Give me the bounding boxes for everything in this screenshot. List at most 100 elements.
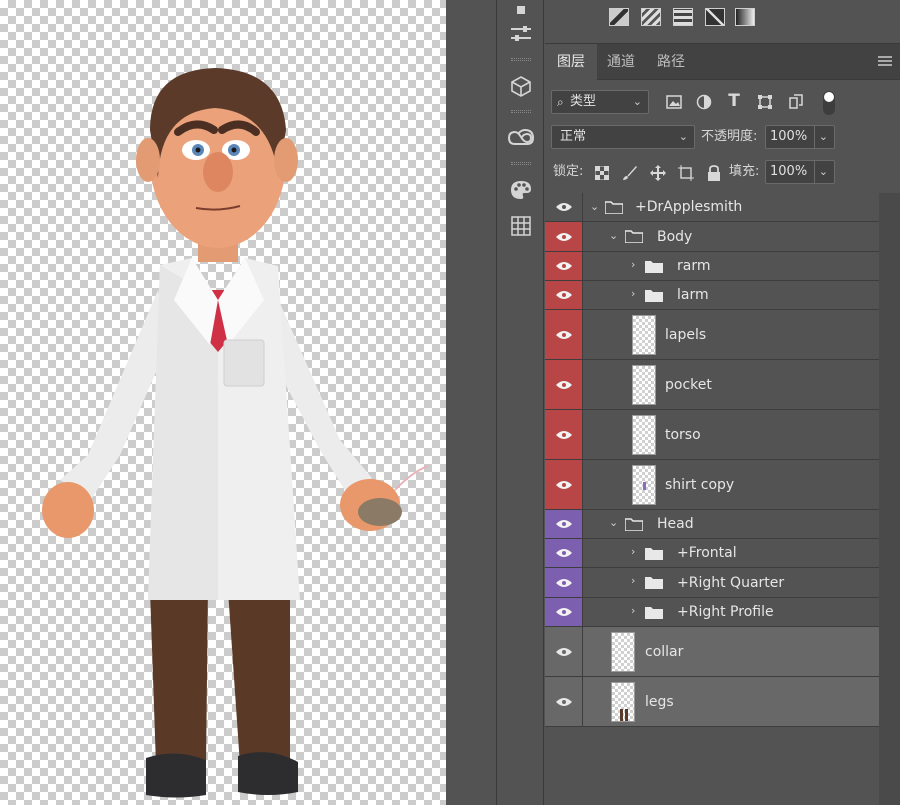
panel-grip[interactable]: [511, 162, 531, 165]
style-swatch[interactable]: [609, 8, 629, 26]
layer-row[interactable]: legs: [545, 677, 879, 727]
swatches-palette-icon[interactable]: [505, 174, 537, 206]
layer-name: +Right Quarter: [677, 575, 785, 591]
layer-row[interactable]: shirt copy: [545, 460, 879, 510]
panel-grip[interactable]: [511, 110, 531, 113]
layer-row[interactable]: ⌄ +DrApplesmith: [545, 193, 879, 222]
layer-name: Head: [657, 516, 694, 532]
style-swatch[interactable]: [641, 8, 661, 26]
panel-menu-icon[interactable]: [878, 56, 892, 66]
visibility-eye-icon[interactable]: [545, 222, 583, 251]
visibility-eye-icon[interactable]: [545, 510, 583, 538]
chevron-right-icon[interactable]: ›: [631, 258, 635, 271]
layer-row[interactable]: collar: [545, 627, 879, 677]
visibility-eye-icon[interactable]: [545, 460, 583, 509]
image-filter-icon[interactable]: [665, 93, 683, 111]
panel-tabs: 图层 通道 路径: [545, 44, 900, 80]
layer-thumbnail: [632, 415, 656, 455]
visibility-eye-icon[interactable]: [545, 252, 583, 280]
layer-row[interactable]: ⌄ Head: [545, 510, 879, 539]
layer-name: +Frontal: [677, 545, 737, 561]
filter-kind-select[interactable]: ⌕ 类型 ⌄: [551, 90, 649, 114]
layer-row[interactable]: torso: [545, 410, 879, 460]
layer-filter-row: ⌕ 类型 ⌄ T: [545, 88, 900, 118]
panel-tool-strip: [496, 0, 544, 805]
layer-row[interactable]: › +Right Profile: [545, 598, 879, 627]
visibility-eye-icon[interactable]: [545, 310, 583, 359]
adjustments-sliders-icon[interactable]: [505, 18, 537, 50]
tab-layers[interactable]: 图层: [545, 44, 597, 80]
chevron-down-icon[interactable]: ⌄: [609, 229, 618, 242]
search-icon: ⌕: [557, 95, 564, 109]
style-swatch[interactable]: [705, 8, 725, 26]
tab-paths[interactable]: 路径: [645, 44, 697, 80]
visibility-eye-icon[interactable]: [545, 627, 583, 676]
layer-row[interactable]: pocket: [545, 360, 879, 410]
style-swatch-bar: [545, 0, 900, 44]
chevron-right-icon[interactable]: ›: [631, 574, 635, 587]
visibility-eye-icon[interactable]: [545, 281, 583, 309]
chevron-right-icon[interactable]: ›: [631, 604, 635, 617]
layers-scrollbar[interactable]: [879, 193, 900, 805]
chevron-right-icon[interactable]: ›: [631, 287, 635, 300]
lock-pixels-brush-icon[interactable]: [621, 164, 639, 182]
panel-grip[interactable]: [511, 58, 531, 61]
chevron-down-icon[interactable]: ⌄: [590, 200, 599, 213]
grid-libraries-icon[interactable]: [505, 210, 537, 242]
folder-icon: [605, 201, 623, 214]
document-canvas[interactable]: [0, 0, 446, 805]
chevron-down-icon: ⌄: [813, 126, 828, 148]
layer-name: +Right Profile: [677, 604, 774, 620]
visibility-eye-icon[interactable]: [545, 193, 583, 221]
style-swatch[interactable]: [673, 8, 693, 26]
chevron-down-icon: ⌄: [678, 130, 688, 143]
tab-channels[interactable]: 通道: [595, 44, 647, 80]
layer-name: rarm: [677, 258, 711, 274]
lock-position-move-icon[interactable]: [649, 164, 667, 182]
layer-row[interactable]: ⌄ Body: [545, 222, 879, 252]
smart-object-filter-icon[interactable]: [787, 93, 805, 111]
visibility-eye-icon[interactable]: [545, 677, 583, 726]
layers-empty-area: [545, 728, 879, 805]
layer-row[interactable]: › larm: [545, 281, 879, 310]
creative-cloud-icon[interactable]: [505, 122, 537, 154]
lock-all-padlock-icon[interactable]: [705, 164, 723, 182]
layer-name: +DrApplesmith: [635, 199, 743, 215]
layer-row[interactable]: › +Frontal: [545, 539, 879, 568]
filter-toggle[interactable]: [823, 91, 835, 115]
lock-transparency-icon[interactable]: [593, 164, 611, 182]
chevron-down-icon[interactable]: ⌄: [609, 516, 618, 529]
chevron-down-icon: ⌄: [632, 95, 642, 108]
adjustment-filter-icon[interactable]: [695, 93, 713, 111]
chevron-down-icon: ⌄: [813, 161, 828, 183]
layer-name: legs: [645, 694, 674, 710]
blend-mode-select[interactable]: 正常 ⌄: [551, 125, 695, 149]
layer-name: torso: [665, 427, 701, 443]
lock-row: 锁定: 填充: 100% ⌄: [545, 159, 900, 187]
style-swatch[interactable]: [735, 8, 755, 26]
visibility-eye-icon[interactable]: [545, 360, 583, 409]
shape-filter-icon[interactable]: [756, 93, 774, 111]
opacity-label: 不透明度:: [701, 129, 758, 144]
chevron-right-icon[interactable]: ›: [631, 545, 635, 558]
fill-field[interactable]: 100% ⌄: [765, 160, 835, 184]
folder-icon: [645, 261, 663, 273]
canvas-margin: [446, 0, 496, 805]
layer-row[interactable]: › rarm: [545, 252, 879, 281]
visibility-eye-icon[interactable]: [545, 410, 583, 459]
layer-name: shirt copy: [665, 477, 735, 493]
visibility-eye-icon[interactable]: [545, 598, 583, 626]
layer-name: pocket: [665, 377, 712, 393]
layer-thumbnail: [632, 365, 656, 405]
lock-artboard-icon[interactable]: [677, 164, 695, 182]
layer-name: larm: [677, 287, 709, 303]
layer-row[interactable]: lapels: [545, 310, 879, 360]
layer-name: collar: [645, 644, 684, 660]
character-artwork: [42, 68, 429, 798]
type-filter-icon[interactable]: T: [725, 91, 743, 111]
visibility-eye-icon[interactable]: [545, 568, 583, 597]
visibility-eye-icon[interactable]: [545, 539, 583, 567]
3d-cube-icon[interactable]: [505, 70, 537, 102]
layer-row[interactable]: › +Right Quarter: [545, 568, 879, 598]
opacity-field[interactable]: 100% ⌄: [765, 125, 835, 149]
